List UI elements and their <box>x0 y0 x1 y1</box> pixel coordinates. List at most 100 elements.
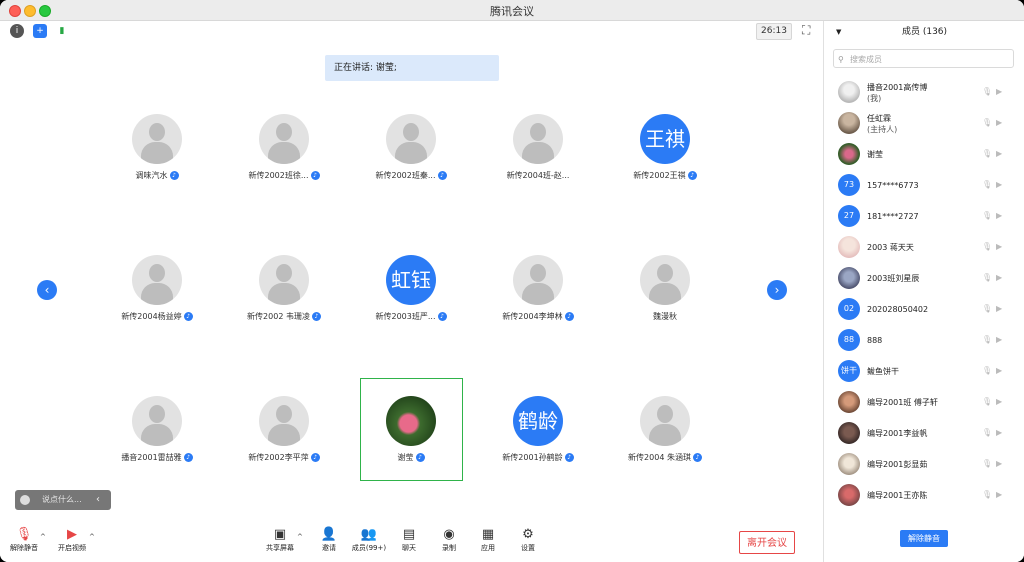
member-list-item[interactable]: 编导2001李益帆 🎙 ▶ <box>824 419 1024 450</box>
member-list-item[interactable]: 27 181****2727 🎙 ▶ <box>824 202 1024 233</box>
signal-icon[interactable]: ▮ <box>55 24 69 38</box>
participant-tile[interactable]: 新传2004李坤林 ♪ <box>486 249 590 351</box>
member-search-input[interactable]: ⚲ 搜索成员 <box>833 49 1014 68</box>
member-role: (我) <box>867 94 882 103</box>
settings-button[interactable]: ⚙ 设置 <box>508 527 548 553</box>
participant-tile[interactable]: 虹钰 新传2003班严... ♪ <box>359 249 463 351</box>
participant-tile[interactable]: 新传2004杨益婷 ♪ <box>105 249 209 351</box>
mic-muted-icon[interactable]: 🎙 <box>982 118 992 127</box>
member-list-item[interactable]: 02 202028050402 🎙 ▶ <box>824 295 1024 326</box>
member-list-item[interactable]: 饼干 鲅鱼饼干 🎙 ▶ <box>824 357 1024 388</box>
participant-tile[interactable]: 新传2002班秦... ♪ <box>359 108 463 210</box>
camera-off-icon[interactable]: ▶ <box>996 87 1002 96</box>
collapse-triangle-icon[interactable]: ▼ <box>836 21 841 43</box>
camera-off-icon[interactable]: ▶ <box>996 335 1002 344</box>
member-list-item[interactable]: 编导2001彭显茹 🎙 ▶ <box>824 450 1024 481</box>
unmute-button[interactable]: 🎙 解除静音 <box>4 527 44 553</box>
shield-icon[interactable]: + <box>33 24 47 38</box>
member-list-item[interactable]: 88 888 🎙 ▶ <box>824 326 1024 357</box>
active-speaker-highlight <box>360 378 463 481</box>
camera-off-icon[interactable]: ▶ <box>996 242 1002 251</box>
participant-tile[interactable]: 鹤龄 新传2001孙鹤龄 ♪ <box>486 390 590 492</box>
member-avatar <box>838 484 860 506</box>
unmute-all-button[interactable]: 解除静音 <box>900 530 948 547</box>
start-video-button[interactable]: ▶ 开启视频 <box>52 527 92 553</box>
participant-tile[interactable]: 调味汽水 ♪ <box>105 108 209 210</box>
mic-muted-icon[interactable]: 🎙 <box>982 397 992 406</box>
camera-off-icon[interactable]: ▶ <box>996 428 1002 437</box>
participant-avatar: 鹤龄 <box>513 396 563 446</box>
member-name-block: 181****2727 <box>867 211 919 222</box>
mic-muted-icon[interactable]: 🎙 <box>982 490 992 499</box>
emoji-icon[interactable] <box>20 495 30 505</box>
record-button[interactable]: ◉ 录制 <box>429 527 469 553</box>
participant-tile[interactable]: 王祺 新传2002王祺 ♪ <box>613 108 717 210</box>
mic-muted-icon[interactable]: 🎙 <box>982 304 992 313</box>
participant-tile[interactable]: 新传2002班徐... ♪ <box>232 108 336 210</box>
camera-off-icon[interactable]: ▶ <box>996 490 1002 499</box>
mic-muted-icon[interactable]: 🎙 <box>982 428 992 437</box>
camera-off-icon[interactable]: ▶ <box>996 118 1002 127</box>
member-avatar <box>838 453 860 475</box>
mic-muted-icon[interactable]: 🎙 <box>982 242 992 251</box>
participant-tile[interactable]: 魏漫秋 <box>613 249 717 351</box>
member-name-block: 谢莹 <box>867 149 883 160</box>
camera-off-icon[interactable]: ▶ <box>996 397 1002 406</box>
member-name-block: 2003班刘星辰 <box>867 273 919 284</box>
next-page-button[interactable]: › <box>767 280 787 300</box>
camera-off-icon[interactable]: ▶ <box>996 149 1002 158</box>
chevron-up-icon[interactable]: ^ <box>40 533 46 541</box>
participant-tile[interactable]: 新传2004班-赵... <box>486 108 590 210</box>
participant-tile[interactable]: 新传2002李平萍 ♪ <box>232 390 336 492</box>
add-user-icon: 👤 <box>320 527 338 542</box>
camera-off-icon[interactable]: ▶ <box>996 273 1002 282</box>
camera-off-icon[interactable]: ▶ <box>996 366 1002 375</box>
chevron-left-icon[interactable]: ‹ <box>96 490 100 510</box>
member-list-item[interactable]: 73 157****6773 🎙 ▶ <box>824 171 1024 202</box>
meeting-timer: 26:13 <box>756 23 792 40</box>
mic-muted-icon[interactable]: 🎙 <box>982 149 992 158</box>
participant-name-row: 新传2002班徐... ♪ <box>232 170 336 181</box>
mic-status-icon: ♪ <box>437 171 447 180</box>
camera-off-icon[interactable]: ▶ <box>996 180 1002 189</box>
participant-name-row: 新传2004李坤林 ♪ <box>486 311 590 322</box>
member-list-item[interactable]: 2003 蒋天天 🎙 ▶ <box>824 233 1024 264</box>
camera-off-icon[interactable]: ▶ <box>996 211 1002 220</box>
chevron-up-icon[interactable]: ^ <box>89 533 95 541</box>
member-avatar: 88 <box>838 329 860 351</box>
invite-button[interactable]: 👤 邀请 <box>309 527 349 553</box>
share-screen-button[interactable]: ▣ 共享屏幕 <box>260 527 300 553</box>
mic-muted-icon[interactable]: 🎙 <box>982 366 992 375</box>
mic-muted-icon[interactable]: 🎙 <box>982 459 992 468</box>
member-list-item[interactable]: 编导2001班 傅子轩 🎙 ▶ <box>824 388 1024 419</box>
member-list-item[interactable]: 播音2001高传博 (我) 🎙 ▶ <box>824 78 1024 109</box>
participant-name-row: 新传2002李平萍 ♪ <box>232 452 336 463</box>
member-list-item[interactable]: 编导2001王亦陈 🎙 ▶ <box>824 481 1024 512</box>
default-avatar-icon <box>386 114 436 164</box>
fullscreen-icon[interactable]: ⛶ <box>802 23 816 37</box>
mic-muted-icon[interactable]: 🎙 <box>982 87 992 96</box>
participant-tile[interactable]: 新传2004 朱涵琪 ♪ <box>613 390 717 492</box>
participant-tile[interactable]: 播音2001雷喆雅 ♪ <box>105 390 209 492</box>
mic-muted-icon[interactable]: 🎙 <box>982 180 992 189</box>
chevron-up-icon[interactable]: ^ <box>297 533 303 541</box>
previous-page-button[interactable]: ‹ <box>37 280 57 300</box>
mic-muted-icon[interactable]: 🎙 <box>982 273 992 282</box>
members-button[interactable]: 👥 成员(99+) <box>349 527 389 553</box>
participant-tile[interactable]: 新传2002 韦珊凌 ♪ <box>232 249 336 351</box>
member-list-item[interactable]: 2003班刘星辰 🎙 ▶ <box>824 264 1024 295</box>
member-list-item[interactable]: 谢莹 🎙 ▶ <box>824 140 1024 171</box>
camera-off-icon[interactable]: ▶ <box>996 459 1002 468</box>
participant-name: 新传2004杨益婷 <box>121 312 182 321</box>
mic-muted-icon[interactable]: 🎙 <box>982 335 992 344</box>
mic-muted-icon[interactable]: 🎙 <box>982 211 992 220</box>
top-toolbar: i + ▮ 26:13 ⛶ <box>0 21 822 41</box>
chat-input[interactable]: 说点什么... ‹ <box>15 490 111 510</box>
member-list-item[interactable]: 任虹霖 (主持人) 🎙 ▶ <box>824 109 1024 140</box>
info-icon[interactable]: i <box>10 24 24 38</box>
camera-off-icon[interactable]: ▶ <box>996 304 1002 313</box>
chat-button[interactable]: ▤ 聊天 <box>389 527 429 553</box>
leave-meeting-button[interactable]: 离开会议 <box>739 531 795 554</box>
apps-button[interactable]: ▦ 应用 <box>468 527 508 553</box>
camera-off-icon: ▶ <box>67 527 77 542</box>
